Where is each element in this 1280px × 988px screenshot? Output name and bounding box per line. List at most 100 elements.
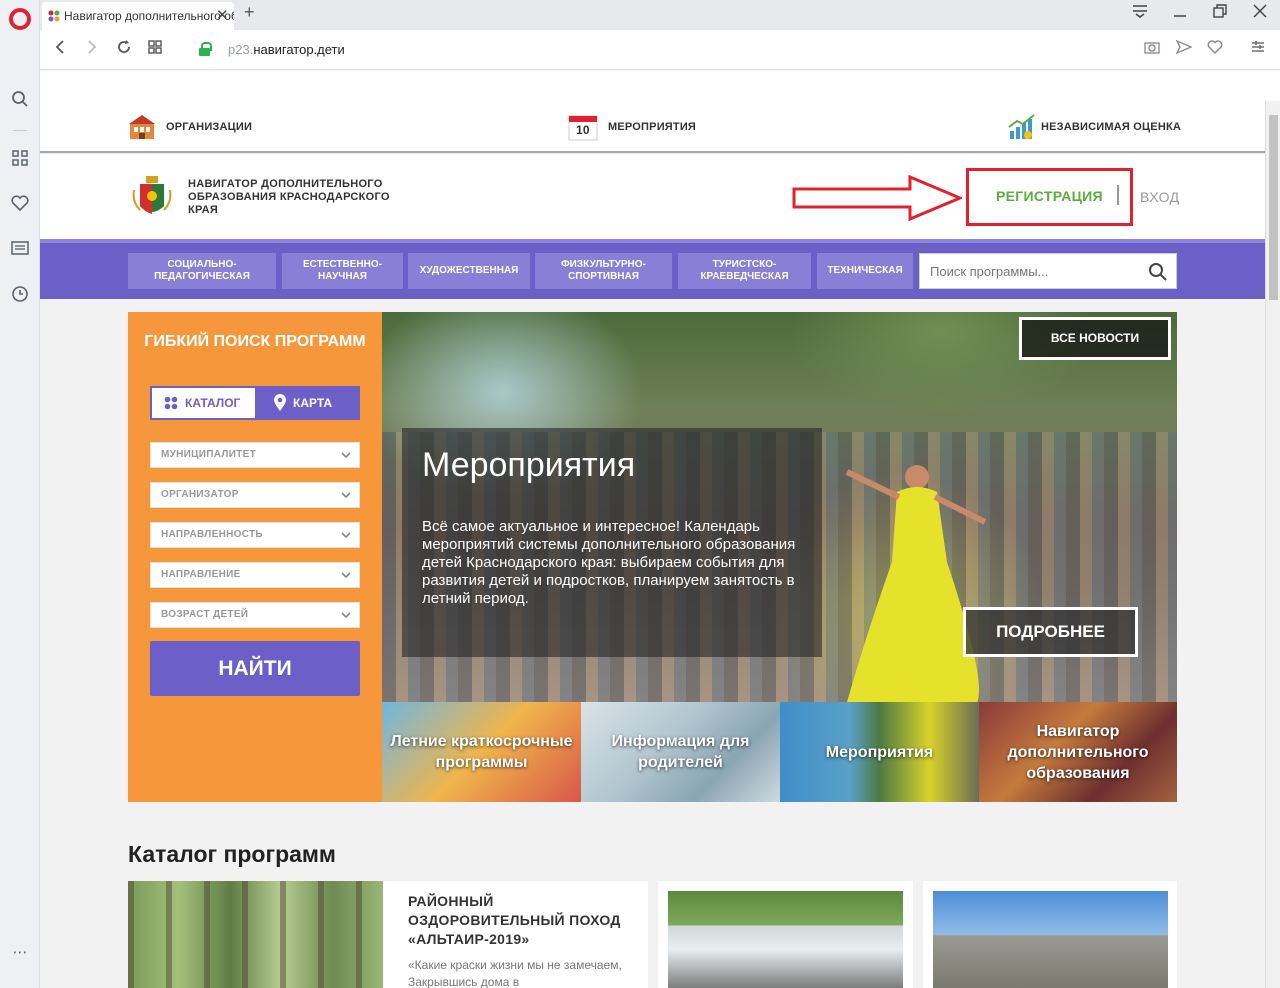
- page-scrollbar[interactable]: [1265, 101, 1280, 988]
- tile-summer-programs[interactable]: Летние краткосрочные программы: [382, 702, 581, 802]
- children-age-select[interactable]: ВОЗРАСТ ДЕТЕЙ: [150, 602, 360, 628]
- chevron-down-icon: [341, 572, 351, 579]
- sidebar-divider: [13, 130, 27, 131]
- hero-title: Мероприятия: [422, 446, 636, 484]
- mountains-photo: [933, 891, 1168, 988]
- auth-divider: [1117, 185, 1119, 205]
- category-bar: СОЦИАЛЬНО-ПЕДАГОГИЧЕСКАЯ ЕСТЕСТВЕННО-НАУ…: [40, 239, 1265, 299]
- new-tab-icon[interactable]: +: [244, 2, 255, 23]
- search-icon[interactable]: [10, 90, 30, 110]
- close-window-icon[interactable]: [1253, 4, 1267, 22]
- cyclists-photo: [668, 891, 903, 988]
- bookmark-heart-icon[interactable]: [1207, 40, 1223, 58]
- back-icon[interactable]: [54, 39, 66, 60]
- heart-icon[interactable]: [10, 195, 30, 215]
- nav-independent-evaluation[interactable]: НЕЗАВИСИМАЯ ОЦЕНКА: [1041, 115, 1181, 139]
- flexible-search-title: ГИБКИЙ ПОИСК ПРОГРАММ: [144, 333, 366, 350]
- map-view-button[interactable]: КАРТА: [255, 388, 358, 418]
- program-search-box[interactable]: Поиск программы...: [919, 253, 1177, 289]
- program-card[interactable]: [923, 881, 1177, 988]
- more-button[interactable]: ПОДРОБНЕЕ: [963, 607, 1138, 657]
- hero-description: Всё самое актуальное и интересное! Кален…: [422, 518, 796, 607]
- address-bar: р23.навигатор.дети: [40, 30, 1280, 70]
- tile-parents-info[interactable]: Информация для родителей: [581, 702, 780, 802]
- hero-caption-panel: Мероприятия Всё самое актуальное и интер…: [402, 428, 822, 657]
- program-card-title[interactable]: РАЙОННЫЙ ОЗДОРОВИТЕЛЬНЫЙ ПОХОД «АЛЬТАИР-…: [408, 892, 638, 949]
- url-subdomain: р23.: [228, 42, 254, 57]
- catalog-label: КАТАЛОГ: [185, 396, 241, 410]
- history-icon[interactable]: [10, 285, 30, 305]
- tile-navigator[interactable]: Навигатор дополнительного образования: [979, 702, 1177, 802]
- tab-bar: Навигатор дополнительного образования ✕ …: [40, 0, 1280, 30]
- category-sports[interactable]: ФИЗКУЛЬТУРНО-СПОРТИВНАЯ: [535, 253, 672, 289]
- search-input[interactable]: Поиск программы...: [930, 264, 1048, 279]
- tab-menu-icon[interactable]: [1132, 4, 1148, 22]
- opera-logo-icon[interactable]: [9, 8, 31, 30]
- red-arrow-annotation: [792, 175, 962, 221]
- speed-dial-icon[interactable]: [10, 150, 30, 170]
- orientation-select[interactable]: НАПРАВЛЕННОСТЬ: [150, 522, 360, 548]
- snapshot-icon[interactable]: [1144, 40, 1160, 58]
- calendar-day: 10: [576, 123, 590, 137]
- flexible-search-panel: ГИБКИЙ ПОИСК ПРОГРАММ КАТАЛОГ КАРТА МУНИ…: [128, 312, 382, 802]
- krasnodar-crest-icon: [132, 176, 172, 214]
- municipality-select[interactable]: МУНИЦИПАЛИТЕТ: [150, 442, 360, 468]
- forward-icon[interactable]: [86, 39, 98, 60]
- map-pin-icon: [274, 394, 286, 411]
- program-card-excerpt: «Какие краски жизни мы не замечаем, Закр…: [408, 958, 622, 988]
- page-top-strip: [40, 71, 1280, 101]
- catalog-view-button[interactable]: КАТАЛОГ: [152, 388, 255, 418]
- opera-sidebar: ⋯: [0, 0, 40, 988]
- site-header: НАВИГАТОР ДОПОЛНИТЕЛЬНОГО ОБРАЗОВАНИЯ КР…: [40, 154, 1265, 239]
- secure-lock-icon[interactable]: [199, 42, 212, 56]
- more-icon[interactable]: ⋯: [10, 943, 30, 963]
- site-brand-title[interactable]: НАВИГАТОР ДОПОЛНИТЕЛЬНОГО ОБРАЗОВАНИЯ КР…: [188, 178, 398, 217]
- tab-title: Навигатор дополнительного образования: [64, 9, 234, 23]
- program-card[interactable]: [658, 881, 913, 988]
- all-news-button[interactable]: ВСЕ НОВОСТИ: [1019, 317, 1171, 360]
- easy-setup-icon[interactable]: [1251, 40, 1265, 58]
- scrollbar-thumb[interactable]: [1269, 115, 1278, 300]
- find-button[interactable]: НАЙТИ: [150, 641, 360, 696]
- nav-events[interactable]: МЕРОПРИЯТИЯ: [608, 115, 696, 139]
- hero-slider: ВСЕ НОВОСТИ Мероприятия Всё самое актуал…: [382, 312, 1177, 702]
- program-card-image: [128, 881, 383, 988]
- news-icon[interactable]: [10, 240, 30, 260]
- view-toggle: КАТАЛОГ КАРТА: [150, 386, 360, 420]
- category-technical[interactable]: ТЕХНИЧЕСКАЯ: [817, 253, 913, 289]
- search-icon[interactable]: [1148, 262, 1168, 282]
- register-link[interactable]: РЕГИСТРАЦИЯ: [996, 188, 1103, 204]
- nav-organizations[interactable]: ОРГАНИЗАЦИИ: [166, 115, 252, 139]
- top-navigation: ОРГАНИЗАЦИИ 10 МЕРОПРИЯТИЯ НЕЗАВИСИМАЯ О…: [40, 101, 1265, 153]
- send-icon[interactable]: [1175, 39, 1193, 58]
- category-tourism[interactable]: ТУРИСТСКО-КРАЕВЕДЧЕСКАЯ: [678, 253, 811, 289]
- organizations-building-icon: [129, 115, 155, 139]
- feature-tiles: Летние краткосрочные программы Информаци…: [382, 702, 1177, 802]
- url-domain: навигатор.дети: [253, 42, 345, 57]
- category-social-pedagogical[interactable]: СОЦИАЛЬНО-ПЕДАГОГИЧЕСКАЯ: [128, 253, 276, 289]
- chevron-down-icon: [341, 492, 351, 499]
- category-artistic[interactable]: ХУДОЖЕСТВЕННАЯ: [408, 253, 530, 289]
- web-page: ОРГАНИЗАЦИИ 10 МЕРОПРИЯТИЯ НЕЗАВИСИМАЯ О…: [40, 101, 1265, 988]
- site-favicon-icon: [48, 10, 60, 22]
- map-label: КАРТА: [293, 396, 333, 410]
- close-tab-icon[interactable]: ✕: [216, 2, 229, 30]
- tile-events[interactable]: Мероприятия: [780, 702, 979, 802]
- catalog-grid-icon: [164, 396, 178, 410]
- dancer-photo: [845, 465, 987, 702]
- chevron-down-icon: [341, 612, 351, 619]
- category-natural-science[interactable]: ЕСТЕСТВЕННО-НАУЧНАЯ: [282, 253, 403, 289]
- reload-icon[interactable]: [116, 39, 132, 60]
- url-field[interactable]: р23.навигатор.дети: [228, 42, 345, 57]
- chevron-down-icon: [341, 532, 351, 539]
- restore-icon[interactable]: [1213, 4, 1227, 22]
- direction-select[interactable]: НАПРАВЛЕНИЕ: [150, 562, 360, 588]
- browser-tab[interactable]: Навигатор дополнительного образования ✕: [42, 2, 234, 30]
- rating-chart-icon: [1008, 114, 1035, 139]
- program-card[interactable]: РАЙОННЫЙ ОЗДОРОВИТЕЛЬНЫЙ ПОХОД «АЛЬТАИР-…: [128, 881, 648, 988]
- login-link[interactable]: ВХОД: [1140, 189, 1180, 205]
- organizer-select[interactable]: ОРГАНИЗАТОР: [150, 482, 360, 508]
- chevron-down-icon: [341, 452, 351, 459]
- tabs-grid-icon[interactable]: [148, 39, 162, 59]
- minimize-icon[interactable]: [1173, 4, 1187, 22]
